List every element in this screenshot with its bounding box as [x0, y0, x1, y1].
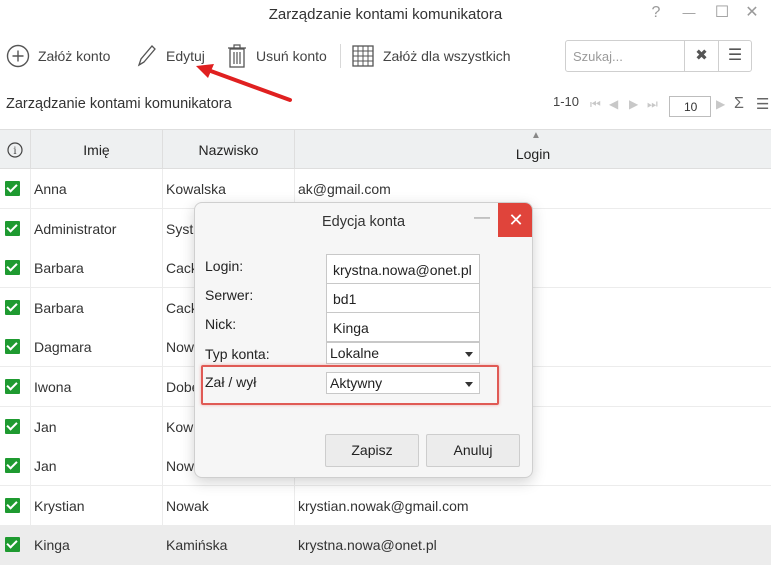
plus-circle-icon [6, 44, 30, 68]
checkbox-checked-icon[interactable] [5, 299, 20, 315]
page-range: 1-10 [553, 94, 580, 109]
first-page-icon[interactable]: ⏮ [590, 97, 601, 112]
last-name-cell: Kamińska [163, 525, 295, 566]
login-cell: krystna.nowa@onet.pl [298, 537, 437, 554]
next-icon[interactable]: ▶ [716, 97, 725, 111]
row-checkbox-cell[interactable] [0, 485, 31, 526]
checkbox-checked-icon[interactable] [5, 418, 20, 434]
row-checkbox-cell[interactable] [0, 248, 31, 289]
add-account-label: Załóż konto [38, 48, 111, 64]
help-icon[interactable]: ? [644, 2, 668, 24]
account-type-label: Typ konta: [205, 346, 270, 362]
close-button[interactable]: ✕ [740, 2, 764, 24]
table-row[interactable]: Kinga Kamińska krystna.nowa@onet.pl [0, 525, 771, 566]
search-menu-icon[interactable]: ☰ [718, 40, 752, 72]
server-label: Serwer: [205, 287, 254, 303]
table-header: i Imię Nazwisko Login ▲ [0, 129, 771, 170]
maximize-button[interactable]: ☐ [710, 2, 734, 24]
dialog-close-button[interactable]: ✕ [498, 203, 532, 237]
server-field[interactable]: bd1 [326, 283, 480, 313]
first-name-cell: Jan [31, 406, 163, 447]
checkbox-checked-icon[interactable] [5, 497, 20, 513]
account-type-select[interactable]: Lokalne [326, 342, 480, 364]
add-account-button[interactable]: Załóż konto [6, 42, 110, 70]
row-checkbox-cell[interactable] [0, 525, 31, 566]
first-name-cell: Anna [31, 169, 163, 209]
search-input[interactable]: Szukaj... [565, 40, 685, 72]
first-name-cell: Administrator [31, 208, 163, 249]
checkbox-checked-icon[interactable] [5, 181, 20, 196]
pencil-icon [137, 45, 156, 67]
first-name-cell: Barbara [31, 287, 163, 328]
first-name-cell: Dagmara [31, 327, 163, 368]
first-name-cell: Iwona [31, 367, 163, 407]
login-field[interactable]: krystna.nowa@onet.pl [326, 254, 480, 284]
checkbox-checked-icon[interactable] [5, 379, 20, 394]
column-menu-icon[interactable]: ☰ [756, 95, 769, 113]
last-name-column-header[interactable]: Nazwisko [163, 130, 295, 170]
row-checkbox-cell[interactable] [0, 446, 31, 487]
table-row[interactable]: Krystian Nowak krystian.nowak@gmail.com [0, 485, 771, 526]
chevron-down-icon [465, 352, 473, 357]
dialog-minimize-button[interactable]: — [474, 209, 490, 227]
minimize-button[interactable]: — [677, 2, 701, 24]
info-icon: i [7, 142, 23, 158]
clear-search-icon[interactable]: ✖ [685, 40, 719, 72]
account-type-value: Lokalne [330, 345, 380, 361]
first-name-cell: Kinga [31, 525, 163, 566]
row-checkbox-cell[interactable] [0, 367, 31, 407]
next-page-icon[interactable]: ▶ [629, 97, 638, 111]
nick-field[interactable]: Kinga [326, 312, 480, 342]
cancel-button[interactable]: Anuluj [426, 434, 520, 467]
sum-icon[interactable]: Σ [734, 95, 744, 113]
title-bar: Zarządzanie kontami komunikatora ? — ☐ ✕ [0, 0, 771, 30]
add-for-all-label: Załóż dla wszystkich [383, 48, 511, 64]
app-window: Zarządzanie kontami komunikatora ? — ☐ ✕… [0, 0, 771, 575]
status-select[interactable]: Aktywny [326, 372, 480, 394]
onoff-label: Zał / wył [205, 374, 257, 390]
checkbox-checked-icon[interactable] [5, 537, 20, 553]
login-column-header[interactable]: Login ▲ [295, 130, 771, 170]
checkbox-checked-icon[interactable] [5, 260, 20, 276]
row-checkbox-cell[interactable] [0, 287, 31, 328]
checkbox-checked-icon[interactable] [5, 339, 20, 355]
row-checkbox-cell[interactable] [0, 406, 31, 447]
chevron-down-icon [465, 382, 473, 387]
checkbox-checked-icon[interactable] [5, 220, 20, 236]
edit-account-dialog: Edycja konta — ✕ Login: krystna.nowa@one… [194, 202, 533, 478]
first-name-cell: Barbara [31, 248, 163, 289]
row-checkbox-cell[interactable] [0, 169, 31, 209]
nick-label: Nick: [205, 316, 237, 332]
prev-page-icon[interactable]: ◀ [609, 97, 618, 111]
login-label: Login: [205, 258, 244, 274]
row-checkbox-cell[interactable] [0, 208, 31, 249]
last-name-cell: Nowak [163, 485, 295, 526]
save-button[interactable]: Zapisz [325, 434, 419, 467]
first-name-column-header[interactable]: Imię [31, 130, 163, 170]
checkbox-checked-icon[interactable] [5, 458, 20, 474]
toolbar-divider [340, 44, 341, 68]
login-cell: krystian.nowak@gmail.com [298, 497, 469, 514]
grid-icon [352, 45, 374, 67]
last-page-icon[interactable]: ⏭ [647, 97, 658, 112]
status-value: Aktywny [330, 375, 383, 391]
svg-text:i: i [13, 146, 16, 157]
info-column-header[interactable]: i [0, 130, 31, 170]
sort-ascending-icon: ▲ [531, 130, 541, 141]
add-for-all-button[interactable]: Załóż dla wszystkich [351, 42, 511, 70]
first-name-cell: Jan [31, 446, 163, 487]
section-title: Zarządzanie kontami komunikatora [6, 96, 232, 112]
page-size-input[interactable]: 10 [669, 96, 711, 117]
first-name-cell: Krystian [31, 485, 163, 526]
row-checkbox-cell[interactable] [0, 327, 31, 368]
